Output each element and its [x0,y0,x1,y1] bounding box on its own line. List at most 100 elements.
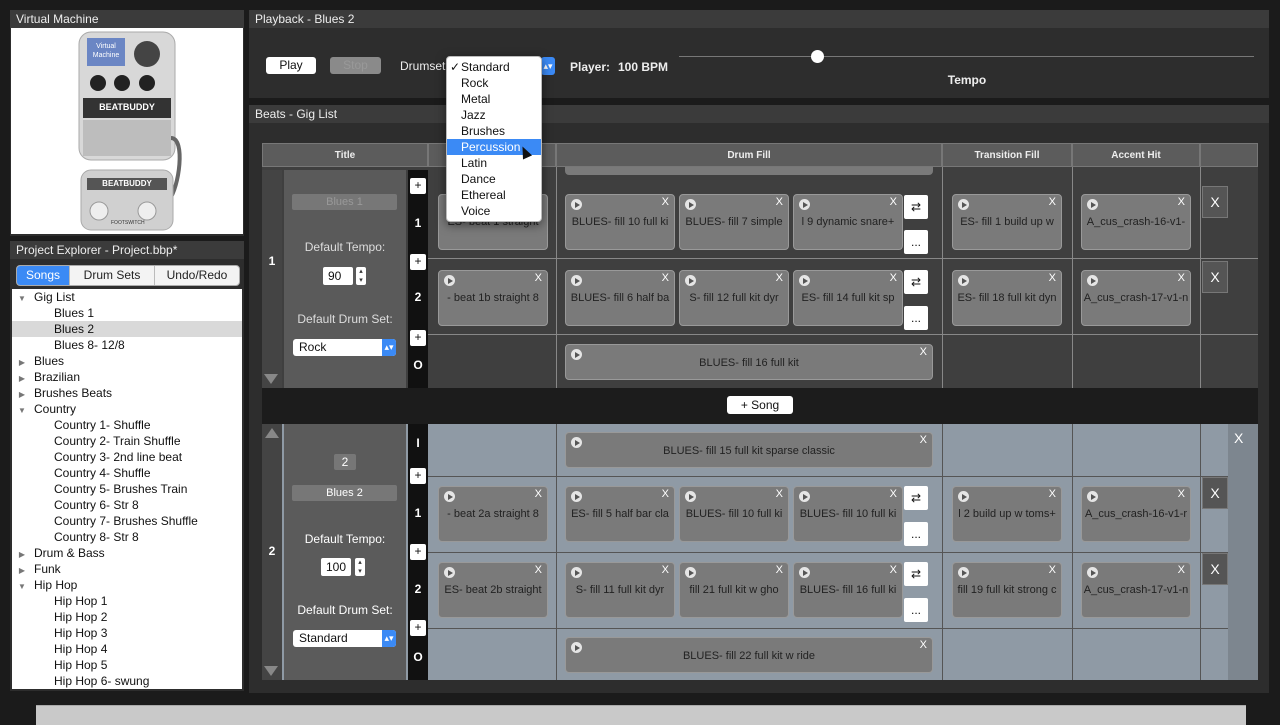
close-icon[interactable]: X [890,488,897,500]
song-2-part-1-transition-tile[interactable]: Xl 2 build up w toms+ [952,486,1062,542]
tree-item[interactable]: Country 5- Brushes Train [12,481,242,497]
close-icon[interactable]: X [662,564,669,576]
song-2-part-2-fill-3-tile[interactable]: X BLUES- fill 16 full ki [793,562,903,618]
shuffle-icon[interactable]: ⇄ [904,270,928,294]
close-icon[interactable]: X [535,272,542,284]
close-icon[interactable]: X [662,488,669,500]
tree-item[interactable]: ▶ Brushes Beats [12,385,242,401]
tree-item[interactable]: Hip Hop 1 [12,593,242,609]
song-2-move-up-icon[interactable] [265,428,279,438]
delete-song-button[interactable]: X [1234,430,1243,446]
close-icon[interactable]: X [776,196,783,208]
tree-item[interactable]: Hip Hop 5 [12,657,242,673]
drumset-option-standard[interactable]: ✓ Standard [447,59,541,75]
play-icon[interactable] [571,567,582,578]
shuffle-icon[interactable]: ⇄ [904,562,928,586]
tab-songs[interactable]: Songs [17,266,70,285]
song-1-tempo-stepper[interactable]: ▴ ▾ [356,267,366,285]
play-icon[interactable] [799,567,810,578]
close-icon[interactable]: X [535,564,542,576]
add-song-button[interactable]: + Song [727,396,793,414]
song-1-part-1-accent-tile[interactable]: X A_cus_crash-16-v1- [1081,194,1191,250]
shuffle-icon[interactable]: ⇄ [904,195,928,219]
song-2-move-down-icon[interactable] [264,666,278,676]
close-icon[interactable]: X [1178,272,1185,284]
close-icon[interactable]: X [662,272,669,284]
song-1-add-part-3-button[interactable]: + [410,330,426,346]
song-1-part-2-transition-tile[interactable]: X ES- fill 18 full kit dyn [952,270,1062,326]
stop-button[interactable]: Stop [330,57,381,74]
song-1-add-part-2-button[interactable]: + [410,254,426,270]
close-icon[interactable]: X [1049,564,1056,576]
play-icon[interactable] [799,275,810,286]
tree-item[interactable]: ▼ Hip Hop [12,577,242,593]
song-2-tempo-input[interactable]: 100 [321,558,351,576]
play-icon[interactable] [685,491,696,502]
play-icon[interactable] [685,567,696,578]
song-2-part-2-transition-tile[interactable]: Xfill 19 full kit strong c [952,562,1062,618]
close-icon[interactable]: X [662,196,669,208]
song-1-part-2-fill-2-tile[interactable]: X S- fill 12 full kit dyr [679,270,789,326]
delete-part-button[interactable]: X [1202,553,1228,585]
song-1-part-2-main-beat-tile[interactable]: X - beat 1b straight 8 [438,270,548,326]
tree-item[interactable]: Blues 8- 12/8 [12,337,242,353]
tree-item[interactable]: ▶ Funk [12,561,242,577]
tree-item[interactable]: Hip Hop 2 [12,609,242,625]
close-icon[interactable]: X [776,564,783,576]
tree-item[interactable]: ▶ Blues [12,353,242,369]
delete-part-button[interactable]: X [1202,261,1228,293]
drumset-option-brushes[interactable]: Brushes [447,123,541,139]
tree-item[interactable]: Blues 1 [12,305,242,321]
close-icon[interactable]: X [776,488,783,500]
song-1-part-2-accent-tile[interactable]: X A_cus_crash-17-v1-n [1081,270,1191,326]
song-1-outro-fill-tile[interactable]: X BLUES- fill 16 full kit [565,344,933,380]
tree-item[interactable]: ▼ Country [12,401,242,417]
song-2-part-2-fill-2-tile[interactable]: Xfill 21 full kit w gho [679,562,789,618]
delete-part-button[interactable]: X [1202,186,1228,218]
song-2-outro-fill-tile[interactable]: X BLUES- fill 22 full kit w ride [565,637,933,673]
song-1-part-1-fill-1-tile[interactable]: X BLUES- fill 10 full ki [565,194,675,250]
close-icon[interactable]: X [890,272,897,284]
close-icon[interactable]: X [1178,564,1185,576]
drumset-option-rock[interactable]: Rock [447,75,541,91]
close-icon[interactable]: X [776,272,783,284]
play-icon[interactable] [571,491,582,502]
song-1-move-down-icon[interactable] [264,374,278,384]
drumset-option-ethereal[interactable]: Ethereal [447,187,541,203]
song-2-part-1-main-beat-tile[interactable]: X - beat 2a straight 8 [438,486,548,542]
drumset-option-metal[interactable]: Metal [447,91,541,107]
play-icon[interactable] [1087,275,1098,286]
tree-item[interactable]: Country 4- Shuffle [12,465,242,481]
tab-drum-sets[interactable]: Drum Sets [70,266,155,285]
song-2-add-part-2-button[interactable]: + [410,544,426,560]
close-icon[interactable]: X [1049,488,1056,500]
play-icon[interactable] [444,275,455,286]
tree-item[interactable]: Country 3- 2nd line beat [12,449,242,465]
song-2-part-1-fill-3-tile[interactable]: X BLUES- fill 10 full ki [793,486,903,542]
song-2-part-1-fill-1-tile[interactable]: X ES- fill 5 half bar cla [565,486,675,542]
play-icon[interactable] [958,275,969,286]
more-button[interactable]: ... [904,598,928,622]
song-2-add-part-3-button[interactable]: + [410,620,426,636]
play-icon[interactable] [1087,491,1098,502]
play-icon[interactable] [685,199,696,210]
song-2-tempo-stepper[interactable]: ▴ ▾ [355,558,365,576]
close-icon[interactable]: X [535,488,542,500]
close-icon[interactable]: X [890,196,897,208]
song-2-intro-fill-tile[interactable]: X BLUES- fill 15 full kit sparse classic [565,432,933,468]
shuffle-icon[interactable]: ⇄ [904,486,928,510]
tree-item[interactable]: ▶ Brazilian [12,369,242,385]
song-2-part-2-fill-1-tile[interactable]: X S- fill 11 full kit dyr [565,562,675,618]
song-2-name[interactable]: Blues 2 [292,485,397,501]
close-icon[interactable]: X [1049,272,1056,284]
song-1-tempo-input[interactable]: 90 [323,267,353,285]
song-1-part-2-fill-1-tile[interactable]: X BLUES- fill 6 half ba [565,270,675,326]
song-2-part-1-fill-2-tile[interactable]: X BLUES- fill 10 full ki [679,486,789,542]
play-icon[interactable] [958,491,969,502]
tree-item[interactable]: Hip Hop 4 [12,641,242,657]
song-2-drumset-select[interactable]: Standard ▴▾ [293,630,396,647]
tree-item[interactable]: Country 1- Shuffle [12,417,242,433]
tree-item[interactable]: Country 8- Str 8 [12,529,242,545]
song-1-part-2-fill-3-tile[interactable]: X ES- fill 14 full kit sp [793,270,903,326]
close-icon[interactable]: X [1178,488,1185,500]
